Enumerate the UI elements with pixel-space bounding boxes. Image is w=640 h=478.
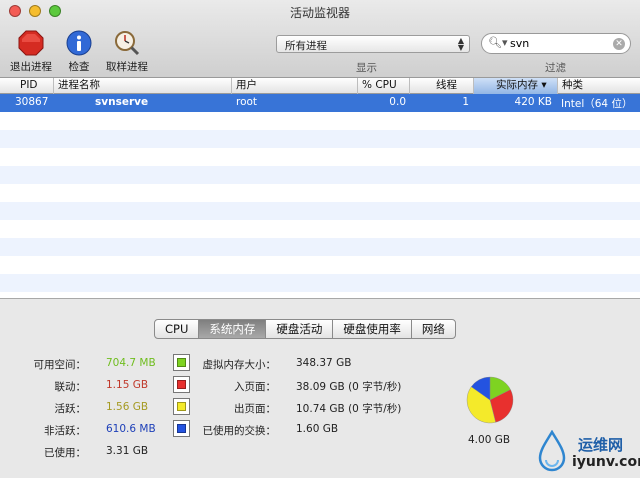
memory-total: 4.00 GB bbox=[468, 434, 511, 446]
vm-value-pageins: 38.09 GB (0 字节/秒) bbox=[296, 381, 402, 393]
process-filter-value: 所有进程 bbox=[285, 40, 327, 52]
window-title: 活动监视器 bbox=[289, 6, 350, 20]
column-process-name[interactable]: 进程名称 bbox=[54, 78, 232, 94]
select-arrows-icon: ▲ ▼ bbox=[457, 36, 464, 52]
sample-process-label: 取样进程 bbox=[106, 61, 148, 73]
info-icon bbox=[66, 30, 92, 56]
tab-disk-usage[interactable]: 硬盘使用率 bbox=[333, 320, 412, 338]
process-filter-select[interactable]: 所有进程 ▲ ▼ bbox=[276, 35, 470, 53]
column-user[interactable]: 用户 bbox=[232, 78, 358, 94]
tab-network[interactable]: 网络 bbox=[412, 320, 455, 338]
table-header: PID 进程名称 用户 % CPU 线程 实际内存 ▾ 种类 bbox=[0, 78, 640, 94]
tab-cpu[interactable]: CPU bbox=[155, 320, 200, 338]
watermark-url: iyunv.com bbox=[572, 454, 640, 470]
process-table: 30867 svnserve root 0.0 1 420 KB Intel（6… bbox=[0, 94, 640, 298]
memory-pie-chart bbox=[466, 376, 514, 424]
quit-process-button[interactable]: 退出进程 bbox=[5, 30, 57, 74]
cell-kind: Intel（64 位） bbox=[561, 98, 633, 110]
cell-process-name: svnserve bbox=[95, 96, 149, 108]
magnifier-clock-icon bbox=[115, 31, 140, 56]
vm-label-swap: 已使用的交换： bbox=[202, 425, 277, 437]
stop-sign-icon bbox=[18, 30, 44, 56]
watermark-logo-icon bbox=[538, 430, 566, 472]
tab-disk-activity[interactable]: 硬盘活动 bbox=[266, 320, 334, 338]
table-row[interactable]: 30867 svnserve root 0.0 1 420 KB Intel（6… bbox=[0, 94, 640, 112]
watermark-title: 运维网 bbox=[578, 436, 624, 454]
filter-label: 过滤 bbox=[545, 62, 566, 74]
vm-label-pageouts: 出页面： bbox=[234, 403, 276, 415]
column-pid[interactable]: PID bbox=[0, 78, 54, 94]
search-field[interactable]: 🔍︎▾ svn ✕ bbox=[481, 33, 631, 54]
inspect-label: 检查 bbox=[68, 61, 90, 73]
stat-value-used: 3.31 GB bbox=[106, 445, 149, 457]
column-cpu[interactable]: % CPU bbox=[358, 78, 410, 94]
clear-search-icon[interactable]: ✕ bbox=[613, 38, 625, 50]
cell-threads: 1 bbox=[462, 96, 469, 108]
column-threads[interactable]: 线程 bbox=[410, 78, 474, 94]
vm-value-size: 348.37 GB bbox=[296, 357, 352, 369]
cell-real-memory: 420 KB bbox=[514, 96, 552, 108]
column-kind[interactable]: 种类 bbox=[558, 78, 640, 94]
tab-bar: CPU 系统内存 硬盘活动 硬盘使用率 网络 bbox=[154, 319, 456, 339]
search-value: svn bbox=[510, 37, 530, 50]
column-real-memory[interactable]: 实际内存 ▾ bbox=[474, 78, 558, 94]
search-icon: 🔍︎▾ bbox=[488, 36, 508, 49]
vm-label-pageins: 入页面： bbox=[234, 381, 276, 393]
title-bar: 活动监视器 退出进程 检查 取样进程 所有进程 ▲▼ 显示 🔍︎▾ svn ✕ bbox=[0, 0, 640, 78]
cell-user: root bbox=[236, 96, 258, 108]
stat-label-used: 已使用： bbox=[44, 447, 86, 459]
sample-process-button[interactable]: 取样进程 bbox=[101, 30, 153, 74]
quit-process-label: 退出进程 bbox=[10, 61, 52, 73]
cell-pid: 30867 bbox=[15, 96, 49, 108]
tab-system-memory[interactable]: 系统内存 bbox=[199, 320, 267, 338]
show-label: 显示 bbox=[356, 62, 377, 74]
cell-cpu: 0.0 bbox=[389, 96, 406, 108]
inspect-button[interactable]: 检查 bbox=[53, 30, 105, 74]
vm-value-pageouts: 10.74 GB (0 字节/秒) bbox=[296, 403, 402, 415]
vm-value-swap: 1.60 GB bbox=[296, 423, 339, 435]
vm-label-size: 虚拟内存大小： bbox=[202, 359, 277, 371]
watermark: 运维网 iyunv.com bbox=[532, 428, 640, 476]
